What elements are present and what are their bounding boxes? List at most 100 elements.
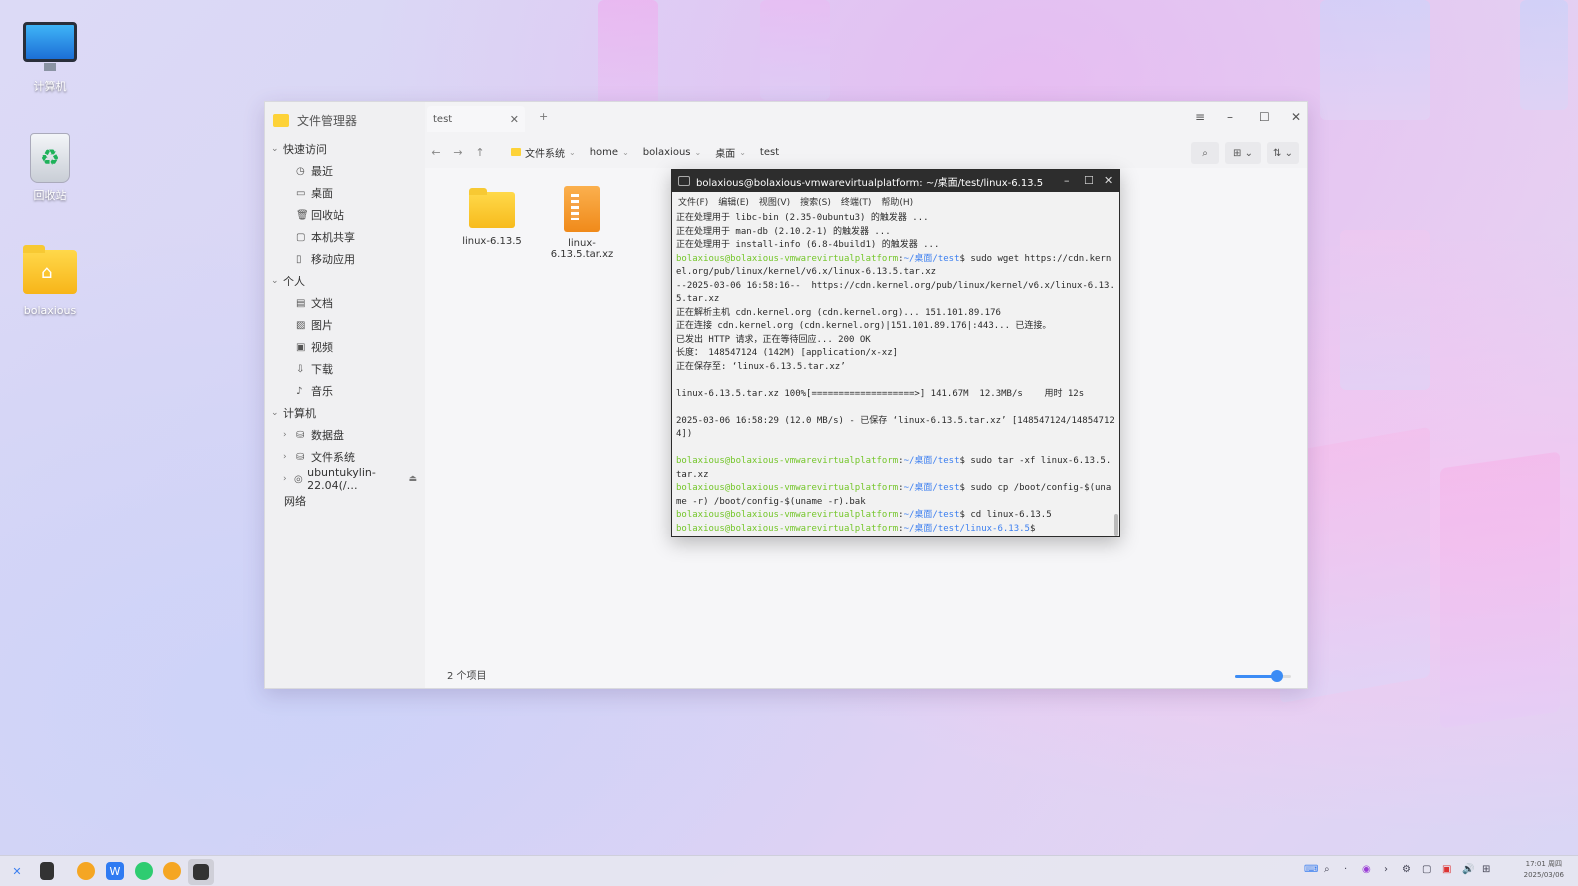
desktop-icon-label: 计算机: [33, 80, 67, 93]
terminal-line: bolaxious@bolaxious-vmwarevirtualplatfor…: [676, 482, 1115, 509]
breadcrumb-item[interactable]: 文件系统: [525, 145, 565, 160]
prompt-path: ~/桌面/test: [903, 510, 960, 520]
chevron-down-icon[interactable]: ⌄: [622, 148, 629, 157]
tab-bar: test ✕ + ≡ – ☐ ✕: [425, 102, 1307, 134]
settings-icon[interactable]: ⚙: [1402, 864, 1411, 875]
sidebar-item-data-disk[interactable]: › ⛁ 数据盘: [265, 424, 425, 446]
sidebar-item-mobile[interactable]: ▯ 移动应用: [265, 248, 425, 270]
menu-view[interactable]: 视图(V): [759, 195, 790, 208]
breadcrumb-item[interactable]: test: [760, 147, 779, 158]
file-manager-running-icon[interactable]: [163, 862, 181, 880]
breadcrumb-item[interactable]: 桌面: [715, 145, 735, 160]
file-item[interactable]: linux-6.13.5.tar.xz: [537, 186, 627, 260]
sort-button[interactable]: ⇅ ⌄: [1267, 142, 1299, 164]
chevron-down-icon[interactable]: ⌄: [569, 148, 576, 157]
forward-button[interactable]: →: [447, 146, 469, 159]
clock[interactable]: 17:01 周四 2025/03/06: [1524, 859, 1564, 881]
chevron-down-icon[interactable]: ⌄: [695, 148, 702, 157]
minimize-button[interactable]: –: [1227, 110, 1233, 124]
sidebar-item-documents[interactable]: ▤ 文档: [265, 292, 425, 314]
keyboard-icon[interactable]: ⌨: [1304, 864, 1318, 875]
sidebar-item-videos[interactable]: ▣ 视频: [265, 336, 425, 358]
sidebar-item-downloads[interactable]: ⇩ 下载: [265, 358, 425, 380]
taskbar: ✕ W ⌨ ⌕ · ◉ › ⚙ ▢ ▣ 🔊 ⊞ 17:01 周四 2025/03…: [0, 855, 1578, 886]
tab-label: test: [433, 113, 453, 125]
sidebar-item-recent[interactable]: ◷ 最近: [265, 160, 425, 182]
close-button[interactable]: ✕: [1291, 110, 1301, 124]
sidebar-item-label: 视频: [311, 341, 333, 354]
view-mode-button[interactable]: ⊞ ⌄: [1225, 142, 1261, 164]
desktop-computer[interactable]: 计算机: [10, 22, 90, 94]
zoom-slider-handle[interactable]: [1271, 670, 1283, 682]
menu-button[interactable]: ≡: [1195, 110, 1205, 124]
breadcrumb-item[interactable]: home: [590, 147, 618, 158]
maximize-button[interactable]: ☐: [1084, 174, 1094, 187]
sidebar-item-music[interactable]: ♪ 音乐: [265, 380, 425, 402]
terminal-taskbar-button[interactable]: [188, 859, 214, 885]
sidebar-item-label: 桌面: [311, 187, 333, 200]
search-icon[interactable]: ⌕: [1324, 864, 1330, 875]
search-button[interactable]: ⌕: [1191, 142, 1219, 164]
app-title: 文件管理器: [273, 112, 357, 129]
menu-terminal[interactable]: 终端(T): [841, 195, 872, 208]
multitask-icon[interactable]: [40, 862, 54, 880]
sidebar-item-desktop[interactable]: ▭ 桌面: [265, 182, 425, 204]
desktop-icon-label: 回收站: [33, 189, 67, 202]
phone-icon: ▯: [296, 253, 302, 265]
app-tray-icon[interactable]: ◉: [1362, 864, 1371, 875]
chevron-right-icon[interactable]: ›: [283, 474, 294, 484]
chevron-down-icon[interactable]: ⌄: [739, 148, 746, 157]
desktop-home-folder[interactable]: ⌂ bolaxious: [10, 245, 90, 317]
sidebar-item-network[interactable]: 网络: [265, 490, 425, 512]
menu-help[interactable]: 帮助(H): [881, 195, 913, 208]
sidebar-group-computer[interactable]: ⌄ 计算机: [265, 402, 425, 424]
tab-test[interactable]: test ✕: [427, 106, 525, 132]
scrollbar[interactable]: [1114, 514, 1118, 536]
minimize-button[interactable]: –: [1064, 174, 1070, 187]
chevron-right-icon[interactable]: ›: [283, 452, 296, 462]
terminal-line: bolaxious@bolaxious-vmwarevirtualplatfor…: [676, 455, 1115, 482]
desktop-icon: ▭: [296, 187, 306, 199]
breadcrumb-item[interactable]: bolaxious: [643, 147, 691, 158]
menu-edit[interactable]: 编辑(E): [718, 195, 749, 208]
back-button[interactable]: ←: [425, 146, 447, 159]
grid-view-icon: ⊞ ⌄: [1233, 147, 1253, 159]
message-icon[interactable]: ▣: [1442, 864, 1451, 875]
sidebar-group-personal[interactable]: ⌄ 个人: [265, 270, 425, 292]
tray-separator-icon: ·: [1344, 864, 1348, 875]
wps-writer-icon[interactable]: W: [106, 862, 124, 880]
zoom-slider[interactable]: [1235, 670, 1291, 682]
notification-icon[interactable]: ▢: [1422, 864, 1431, 875]
sidebar-item-filesystem[interactable]: › ⛁ 文件系统: [265, 446, 425, 468]
network-icon[interactable]: ⊞: [1482, 864, 1490, 875]
close-button[interactable]: ✕: [1104, 174, 1113, 187]
prompt-path: ~/桌面/test: [903, 483, 960, 493]
menu-file[interactable]: 文件(F): [678, 195, 708, 208]
menu-search[interactable]: 搜索(S): [800, 195, 831, 208]
close-tab-icon[interactable]: ✕: [510, 113, 519, 126]
start-menu-icon[interactable]: ✕: [8, 862, 26, 880]
file-item[interactable]: linux-6.13.5: [447, 188, 537, 247]
maximize-button[interactable]: ☐: [1259, 110, 1270, 124]
up-button[interactable]: ↑: [469, 146, 491, 159]
file-manager-app-icon[interactable]: [77, 862, 95, 880]
wallpaper-shape: [1340, 230, 1430, 390]
desktop-trash[interactable]: ♻ 回收站: [10, 133, 90, 203]
volume-icon[interactable]: 🔊: [1462, 864, 1474, 875]
sidebar-item-pictures[interactable]: ▨ 图片: [265, 314, 425, 336]
add-tab-button[interactable]: +: [539, 110, 548, 123]
terminal-line: 正在处理用于 install-info (6.8-4build1) 的触发器 .…: [676, 240, 940, 250]
eject-icon[interactable]: ⏏: [408, 474, 417, 484]
app-store-icon[interactable]: [135, 862, 153, 880]
sidebar-item-trash[interactable]: 🗑 回收站: [265, 204, 425, 226]
terminal-line: 2025-03-06 16:58:29 (12.0 MB/s) - 已保存 ‘l…: [676, 415, 1115, 440]
sidebar-item-cdrom[interactable]: › ◎ ubuntukylin-22.04(/… ⏏: [265, 466, 425, 492]
terminal-output[interactable]: 正在处理用于 libc-bin (2.35-0ubuntu3) 的触发器 ...…: [672, 210, 1119, 536]
sidebar-item-share[interactable]: ▢ 本机共享: [265, 226, 425, 248]
chevron-right-icon[interactable]: ›: [1384, 864, 1388, 875]
terminal-line: linux-6.13.5.tar.xz 100%[===============…: [676, 388, 1085, 399]
sidebar-item-label: 回收站: [311, 209, 344, 222]
sidebar-group-quick-access[interactable]: ⌄ 快速访问: [265, 138, 425, 160]
chevron-right-icon[interactable]: ›: [283, 430, 296, 440]
